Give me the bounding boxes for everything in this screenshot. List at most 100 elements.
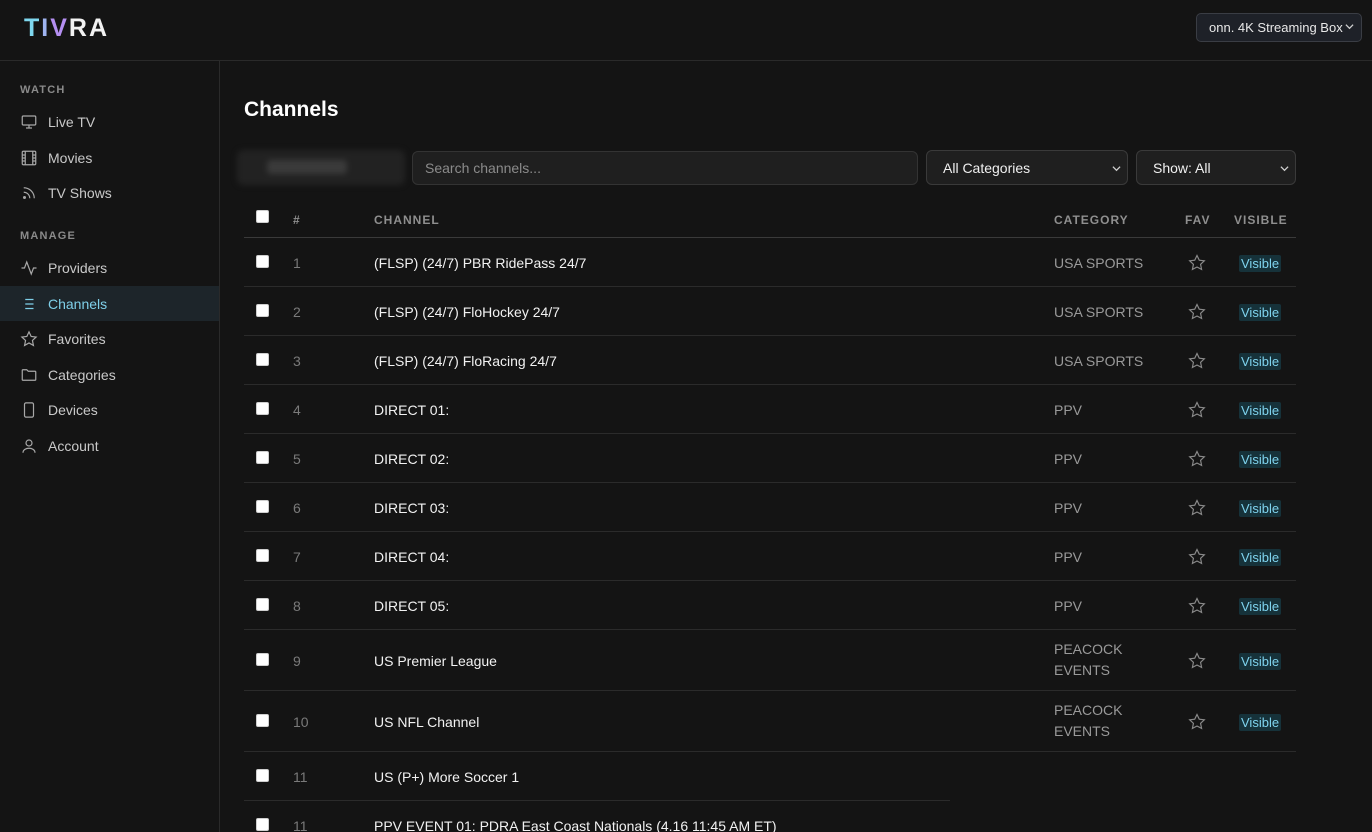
select-all-checkbox[interactable] [256, 210, 269, 223]
channel-name: US Premier League [374, 653, 497, 669]
phone-icon [20, 401, 38, 419]
sidebar-item-providers[interactable]: Providers [0, 250, 219, 285]
visible-toggle[interactable]: Visible [1239, 653, 1282, 670]
rss-icon [20, 184, 38, 202]
sidebar-item-channels[interactable]: Channels [0, 286, 219, 321]
row-checkbox[interactable] [256, 402, 269, 415]
channel-number: 5 [293, 451, 301, 467]
column-header-category[interactable]: CATEGORY [1054, 213, 1129, 227]
channel-category: USA SPORTS [1054, 255, 1144, 271]
sidebar-item-label: Live TV [48, 113, 96, 130]
favorite-star-icon[interactable] [1187, 498, 1207, 518]
table-row[interactable]: 11 PPV EVENT 01: PDRA East Coast National… [244, 801, 950, 832]
favorite-star-icon[interactable] [1187, 253, 1207, 273]
row-checkbox[interactable] [256, 304, 269, 317]
user-icon [20, 437, 38, 455]
favorite-star-icon[interactable] [1187, 547, 1207, 567]
chevron-down-icon [1112, 166, 1121, 172]
row-checkbox[interactable] [256, 500, 269, 513]
channel-name: DIRECT 05: [374, 598, 450, 614]
column-header-fav: FAV [1185, 213, 1211, 227]
favorite-star-icon[interactable] [1187, 712, 1207, 732]
favorite-star-icon[interactable] [1187, 351, 1207, 371]
app-logo[interactable]: TIVRA [24, 14, 109, 43]
favorite-star-icon[interactable] [1187, 596, 1207, 616]
chevron-down-icon [1345, 24, 1354, 30]
search-input[interactable] [412, 151, 918, 185]
channel-number: 10 [293, 714, 309, 730]
row-checkbox[interactable] [256, 353, 269, 366]
row-checkbox[interactable] [256, 818, 269, 831]
channel-category: PPV [1054, 549, 1083, 565]
row-checkbox[interactable] [256, 451, 269, 464]
visible-toggle[interactable]: Visible [1239, 714, 1282, 731]
table-row[interactable]: 9 US Premier League PEACOCK EVENTS Visible [244, 630, 1296, 691]
channel-category: USA SPORTS [1054, 304, 1144, 320]
channel-number: 11 [293, 818, 308, 832]
column-header-channel[interactable]: CHANNEL [374, 213, 440, 227]
row-checkbox[interactable] [256, 255, 269, 268]
favorite-star-icon[interactable] [1187, 651, 1207, 671]
channel-category: PPV [1054, 500, 1083, 516]
visible-toggle[interactable]: Visible [1239, 598, 1282, 615]
visible-toggle[interactable]: Visible [1239, 304, 1282, 321]
category-filter-select[interactable]: All Categories [926, 150, 1128, 185]
channel-name: DIRECT 04: [374, 549, 450, 565]
visible-toggle[interactable]: Visible [1239, 451, 1282, 468]
sidebar-item-label: Channels [48, 295, 108, 312]
row-checkbox[interactable] [256, 598, 269, 611]
device-selector[interactable]: onn. 4K Streaming Box [1196, 13, 1362, 42]
table-row[interactable]: 7 DIRECT 04: PPV Visible [244, 532, 1296, 581]
table-row[interactable]: 10 US NFL Channel PEACOCK EVENTS Visible [244, 691, 1296, 752]
visible-toggle[interactable]: Visible [1239, 500, 1282, 517]
visible-toggle[interactable]: Visible [1239, 353, 1282, 370]
favorite-star-icon[interactable] [1187, 449, 1207, 469]
sidebar-item-label: Favorites [48, 330, 106, 347]
table-row[interactable]: 2 (FLSP) (24/7) FloHockey 24/7 USA SPORTS V… [244, 287, 1296, 336]
sidebar-item-live-tv[interactable]: Live TV [0, 104, 219, 139]
favorite-star-icon[interactable] [1187, 302, 1207, 322]
sidebar-item-devices[interactable]: Devices [0, 392, 219, 427]
chevron-down-icon [1280, 166, 1289, 172]
channel-category: PPV [1054, 598, 1083, 614]
row-checkbox[interactable] [256, 769, 269, 782]
table-row[interactable]: 6 DIRECT 03: PPV Visible [244, 483, 1296, 532]
logo-letter-i: I [41, 14, 51, 42]
visible-toggle[interactable]: Visible [1239, 402, 1282, 419]
sidebar-item-account[interactable]: Account [0, 428, 219, 463]
table-row[interactable]: 3 (FLSP) (24/7) FloRacing 24/7 USA SPORTS V… [244, 336, 1296, 385]
sidebar-item-categories[interactable]: Categories [0, 357, 219, 392]
logo-letters-ra: RA [68, 14, 110, 42]
favorite-star-icon[interactable] [1187, 400, 1207, 420]
channel-number: 8 [293, 598, 301, 614]
channel-name: US NFL Channel [374, 714, 480, 730]
sidebar-item-tv-shows[interactable]: TV Shows [0, 175, 219, 210]
column-header-visible: VISIBLE [1234, 213, 1288, 227]
channel-category: PEACOCK EVENTS [1054, 641, 1123, 678]
table-row[interactable]: 11 US (P+) More Soccer 1 [244, 752, 950, 801]
visible-toggle[interactable]: Visible [1239, 549, 1282, 566]
app-window: TIVRA onn. 4K Streaming Box WATCH Live T… [0, 0, 1372, 832]
sidebar-item-favorites[interactable]: Favorites [0, 321, 219, 356]
visible-toggle[interactable]: Visible [1239, 255, 1282, 272]
logo-letter-t: T [24, 14, 42, 42]
channel-category: PPV [1054, 402, 1083, 418]
sidebar-item-label: Account [48, 437, 99, 454]
sidebar-item-label: Devices [48, 401, 98, 418]
row-checkbox[interactable] [256, 549, 269, 562]
sidebar-item-movies[interactable]: Movies [0, 140, 219, 175]
main-content: Channels All Categories Show: All # CHAN… [221, 61, 1372, 832]
row-checkbox[interactable] [256, 653, 269, 666]
tv-icon [20, 113, 38, 131]
row-checkbox[interactable] [256, 714, 269, 727]
channel-number: 7 [293, 549, 301, 565]
activity-icon [20, 259, 38, 277]
table-row[interactable]: 8 DIRECT 05: PPV Visible [244, 581, 1296, 630]
table-row[interactable]: 5 DIRECT 02: PPV Visible [244, 434, 1296, 483]
table-row[interactable]: 1 (FLSP) (24/7) PBR RidePass 24/7 USA SPOR… [244, 238, 1296, 287]
channel-number: 3 [293, 353, 301, 369]
table-row[interactable]: 4 DIRECT 01: PPV Visible [244, 385, 1296, 434]
sidebar-item-label: Categories [48, 366, 116, 383]
channel-number: 9 [293, 653, 301, 669]
show-filter-select[interactable]: Show: All [1136, 150, 1296, 185]
